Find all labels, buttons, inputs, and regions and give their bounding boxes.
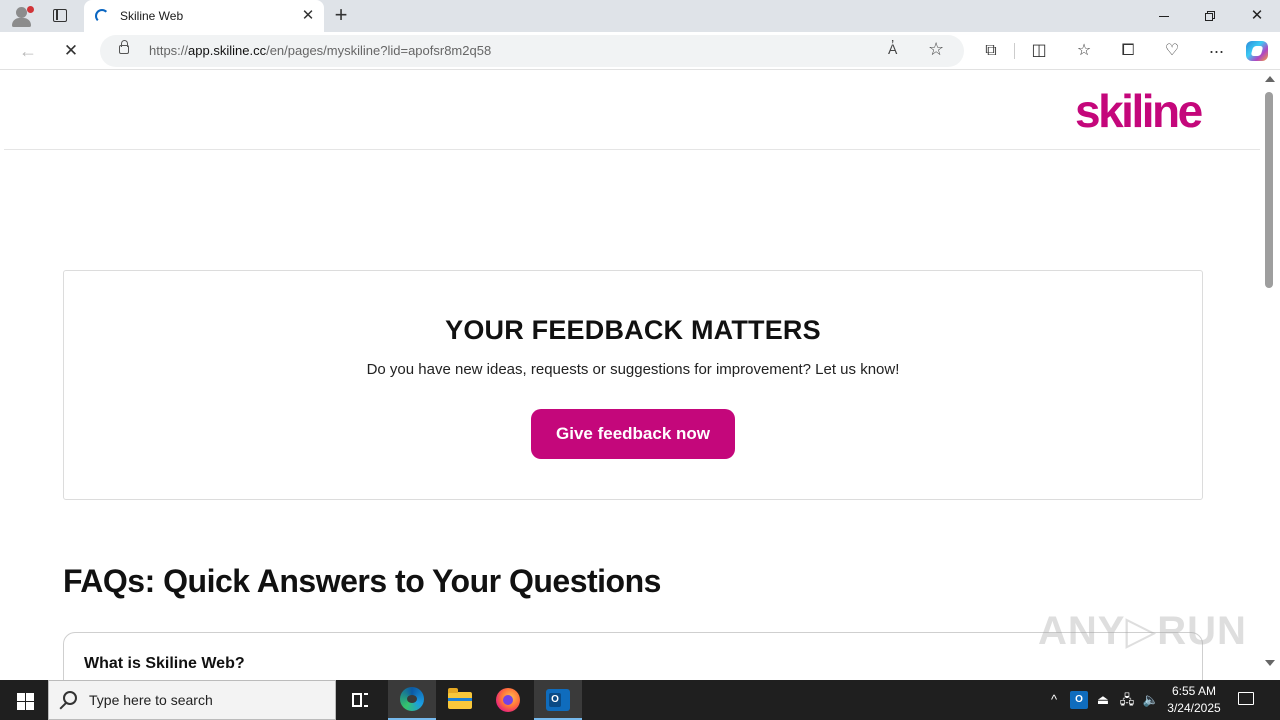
outlook-taskbar-icon[interactable]: O [534, 680, 582, 720]
copilot-icon[interactable] [1246, 41, 1268, 61]
new-tab-button[interactable]: + [330, 4, 352, 28]
favorite-star-icon[interactable]: ☆ [928, 39, 944, 60]
address-bar[interactable]: https://app.skiline.cc/en/pages/myskilin… [100, 35, 964, 67]
browser-essentials-icon[interactable]: ♡ [1159, 39, 1185, 63]
anyrun-watermark: ANY▷RUN [1038, 609, 1247, 653]
restore-button[interactable] [1188, 0, 1234, 32]
faq-title: FAQs: Quick Answers to Your Questions [63, 563, 661, 599]
clock-date: 3/24/2025 [1167, 701, 1221, 715]
scroll-down-icon[interactable] [1265, 660, 1275, 666]
feedback-card: YOUR FEEDBACK MATTERS Do you have new id… [63, 270, 1203, 500]
show-hidden-icons-chevron-icon[interactable]: ^ [1046, 691, 1062, 709]
feedback-title: YOUR FEEDBACK MATTERS [445, 315, 821, 345]
faq-question[interactable]: What is Skiline Web? [84, 655, 245, 673]
file-explorer-taskbar-icon[interactable] [436, 680, 484, 720]
tab-actions-icon[interactable] [48, 6, 72, 26]
minimize-button[interactable] [1142, 0, 1188, 32]
split-screen-icon[interactable]: ◫ [1026, 39, 1052, 63]
url-text[interactable]: https://app.skiline.cc/en/pages/myskilin… [149, 43, 491, 58]
page-scrollbar[interactable] [1260, 70, 1280, 680]
give-feedback-button[interactable]: Give feedback now [531, 409, 735, 459]
volume-icon[interactable]: 🔈 [1142, 691, 1160, 709]
favorites-icon[interactable]: ☆ [1071, 39, 1097, 63]
loading-spinner-icon [95, 9, 109, 23]
read-aloud-icon[interactable]: A̓ [888, 41, 897, 57]
usb-device-icon[interactable]: ⏏ [1095, 691, 1111, 709]
task-view-icon[interactable] [336, 680, 384, 720]
clock-time: 6:55 AM [1171, 684, 1217, 698]
edge-taskbar-icon[interactable] [388, 680, 436, 720]
lock-icon[interactable] [119, 40, 129, 54]
scrollbar-thumb[interactable] [1265, 92, 1273, 288]
notifications-icon[interactable] [1236, 690, 1256, 710]
firefox-taskbar-icon[interactable] [484, 680, 532, 720]
feedback-text: Do you have new ideas, requests or sugge… [366, 361, 900, 378]
scroll-up-icon[interactable] [1265, 76, 1275, 82]
taskbar: Type here to search O ^ O ⏏ 🖧 🔈 6:55 AM … [0, 680, 1280, 720]
system-clock[interactable]: 6:55 AM 3/24/2025 [1164, 683, 1224, 717]
stop-loading-icon[interactable]: ✕ [58, 39, 84, 63]
network-icon[interactable]: 🖧 [1118, 691, 1136, 709]
page-viewport: skiline YOUR FEEDBACK MATTERS Do you hav… [4, 70, 1260, 680]
collections-icon[interactable]: ⧠ [1115, 39, 1141, 63]
back-arrow-icon[interactable]: ← [15, 39, 41, 63]
tab-strip: Skiline Web ✕ + ✕ [0, 0, 1280, 32]
tab-title: Skiline Web [120, 9, 184, 23]
outlook-tray-icon[interactable]: O [1070, 691, 1088, 709]
browser-toolbar: ← ✕ https://app.skiline.cc/en/pages/mysk… [0, 32, 1280, 70]
windows-start-icon[interactable] [0, 680, 48, 720]
search-icon [63, 691, 77, 705]
search-placeholder: Type here to search [89, 692, 213, 708]
toolbar-divider [1014, 43, 1015, 59]
close-tab-icon[interactable]: ✕ [300, 7, 316, 25]
close-window-button[interactable]: ✕ [1234, 0, 1280, 32]
more-menu-icon[interactable]: ··· [1203, 39, 1229, 63]
profile-icon[interactable] [8, 4, 36, 28]
extensions-icon[interactable]: ⧉ [978, 39, 1004, 63]
taskbar-search-box[interactable]: Type here to search [48, 680, 336, 720]
browser-tab[interactable]: Skiline Web ✕ [84, 0, 324, 32]
skiline-logo[interactable]: skiline [1075, 84, 1203, 138]
faq-item[interactable]: What is Skiline Web? [63, 632, 1203, 680]
site-header: skiline [4, 70, 1260, 150]
